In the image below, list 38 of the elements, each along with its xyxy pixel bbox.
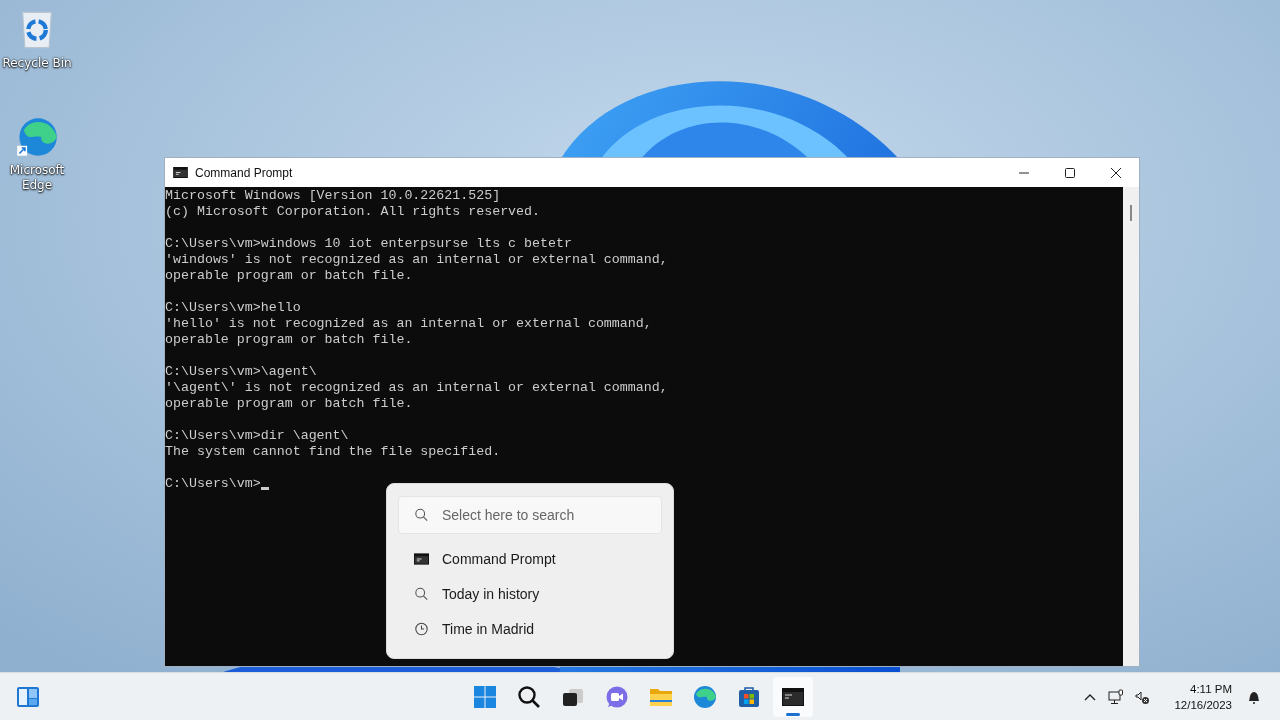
console-line: C:\Users\vm>\agent\ <box>165 364 317 380</box>
edge-icon[interactable] <box>15 115 59 159</box>
console-line: C:\Users\vm>dir \agent\ <box>165 428 349 444</box>
edge-icon <box>693 684 717 709</box>
clock-date[interactable]: 12/16/2023 <box>1174 696 1232 713</box>
search-result[interactable]: Time in Madrid <box>398 611 662 646</box>
console-line: operable program or batch file. <box>165 332 413 348</box>
console-line: C:\Users\vm>windows 10 iot enterpsurse lts c betetr <box>165 236 572 252</box>
window-title: Command Prompt <box>195 165 293 180</box>
console-line: (c) Microsoft Corporation. All rights reserved. <box>165 204 541 220</box>
console-line: Microsoft Windows [Version 10.0.22621.525] <box>165 188 501 204</box>
clock-icon <box>414 621 429 636</box>
taskbar-app[interactable] <box>773 676 813 717</box>
chat-icon <box>605 684 629 709</box>
search-field[interactable]: Select here to search <box>398 496 662 534</box>
console-line: '\agent\' is not recognized as an internal or external command, <box>165 380 668 396</box>
active-indicator <box>786 712 800 716</box>
console-line: The system cannot find the file specified. <box>165 444 501 460</box>
console-line: 'hello' is not recognized as an internal or external command, <box>165 316 652 332</box>
search-icon <box>414 508 429 522</box>
console-line: C:\Users\vm>hello <box>165 300 301 316</box>
store-icon <box>737 684 761 709</box>
console-line: 'windows' is not recognized as an internal or external command, <box>165 252 668 268</box>
terminal-icon <box>414 552 429 567</box>
clock-time[interactable]: 4:11 PM <box>1190 680 1232 697</box>
network-icon[interactable] <box>1108 688 1125 705</box>
console-line: operable program or batch file. <box>165 396 413 412</box>
console-line: operable program or batch file. <box>165 268 413 284</box>
search-result[interactable]: Command Prompt <box>398 542 662 577</box>
widgets-icon[interactable] <box>16 684 40 709</box>
search-result[interactable]: Today in history <box>398 576 662 612</box>
search-icon <box>517 684 541 709</box>
terminal-icon <box>173 167 188 178</box>
search-icon <box>414 587 429 601</box>
windows-logo-icon <box>473 684 497 709</box>
scrollbar-thumb[interactable] <box>1130 205 1132 221</box>
console-prompt: C:\Users\vm> <box>165 476 261 492</box>
cursor <box>260 487 269 490</box>
